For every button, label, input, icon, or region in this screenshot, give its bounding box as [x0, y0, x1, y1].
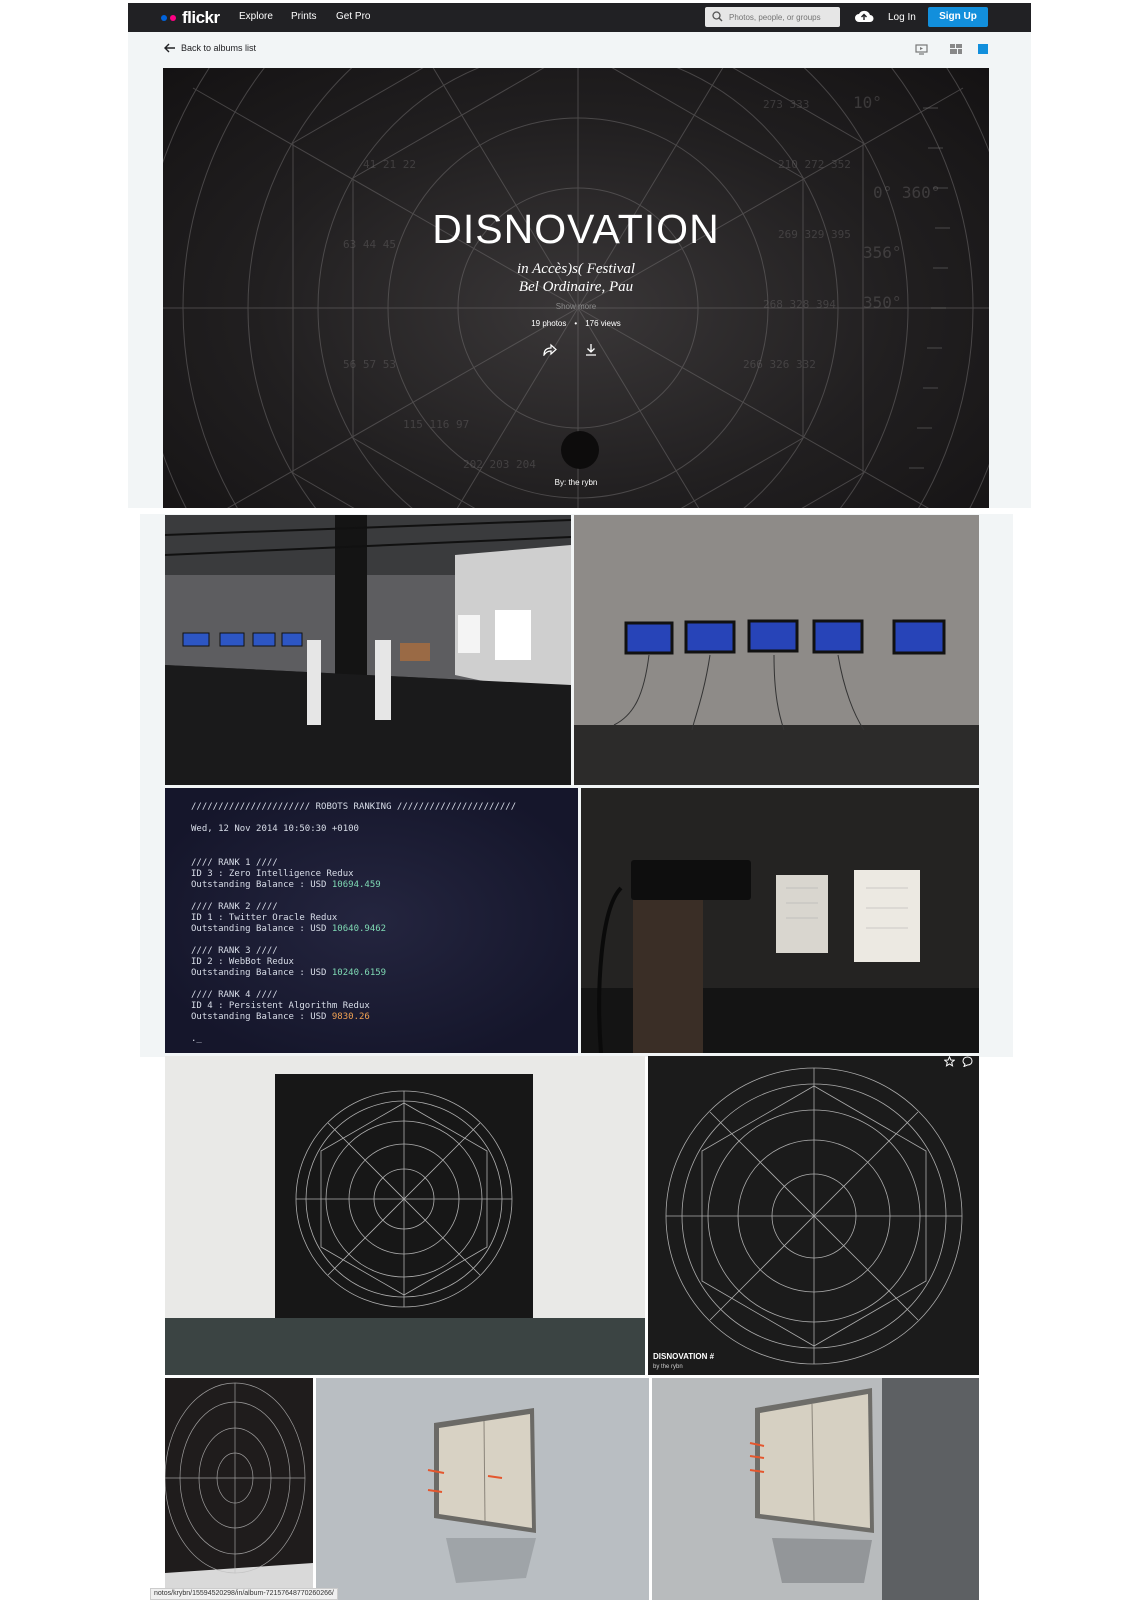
svg-text:10°: 10° — [853, 93, 882, 112]
rank-1-title: //// RANK 1 //// — [191, 858, 278, 868]
rank-4-id: ID 4 : Persistent Algorithm Redux — [191, 1001, 370, 1011]
album-cover-hero: 273 333 210 272 352 269 329 395 268 328 39… — [163, 68, 989, 508]
photo-robots-ranking-terminal[interactable]: ////////////////////// ROBOTS RANKING //… — [165, 788, 578, 1053]
rank-4-title: //// RANK 4 //// — [191, 990, 278, 1000]
rank-3-balance: Outstanding Balance : USD 10240.6159 — [191, 968, 387, 978]
photo-chart-angle[interactable] — [165, 1378, 313, 1600]
photo-caption-owner[interactable]: by the rybn — [653, 1364, 683, 1370]
darts-frame-image-1 — [316, 1378, 649, 1600]
photo-gallery-wide[interactable] — [165, 515, 571, 785]
chart-closeup-image — [648, 1056, 979, 1375]
rank-1-id: ID 3 : Zero Intelligence Redux — [191, 869, 354, 879]
logo-text: flickr — [182, 7, 220, 27]
photo-chart-closeup[interactable]: DISNOVATION # by the rybn — [648, 1056, 979, 1375]
svg-text:41 21 22: 41 21 22 — [363, 158, 416, 171]
projector-frames-image — [581, 788, 979, 1053]
upload-cloud-icon[interactable] — [854, 8, 874, 24]
rank-2-id: ID 1 : Twitter Oracle Redux — [191, 913, 338, 923]
sign-up-button[interactable]: Sign Up — [928, 7, 988, 27]
terminal-date: Wed, 12 Nov 2014 10:50:30 +0100 — [191, 824, 359, 834]
rank-4-balance: Outstanding Balance : USD 9830.26 — [191, 1012, 370, 1022]
photo-screens-wall[interactable] — [574, 515, 979, 785]
search-box[interactable] — [705, 7, 840, 27]
album-subtitle-line1: in Accès)s( Festival — [516, 261, 635, 277]
svg-text:115 116 97: 115 116 97 — [403, 418, 469, 431]
album-actions — [543, 343, 597, 356]
owner-avatar[interactable] — [561, 431, 599, 469]
photo-darts-frame-1[interactable] — [316, 1378, 649, 1600]
nav-explore-link[interactable]: Explore — [239, 11, 273, 22]
gallery-room-image — [165, 515, 571, 785]
rank-2-title: //// RANK 2 //// — [191, 902, 278, 912]
photo-count: 19 photos — [531, 319, 567, 328]
svg-text:266 326 332: 266 326 332 — [743, 358, 816, 371]
rank-1-balance: Outstanding Balance : USD 10694.459 — [191, 880, 381, 890]
search-input[interactable] — [729, 10, 835, 24]
photo-caption-title[interactable]: DISNOVATION # — [653, 1352, 714, 1361]
album-stats: 19 photos • 176 views — [163, 319, 989, 328]
svg-text:202 203 204: 202 203 204 — [463, 458, 536, 471]
photo-darts-frame-2[interactable] — [652, 1378, 979, 1600]
arrow-left-icon — [164, 43, 175, 53]
terminal-prompt: ._ — [191, 1034, 202, 1044]
stats-separator: • — [574, 319, 578, 328]
nav-prints-link[interactable]: Prints — [291, 11, 317, 22]
view-count: 176 views — [585, 319, 621, 328]
star-favorite-icon[interactable] — [944, 1056, 955, 1067]
comment-icon[interactable] — [962, 1056, 973, 1067]
chart-on-wall-image — [165, 1056, 645, 1375]
chart-angle-image — [165, 1378, 313, 1600]
rank-3-id: ID 2 : WebBot Redux — [191, 957, 294, 967]
download-icon[interactable] — [585, 343, 597, 356]
screens-wall-image — [574, 515, 979, 785]
slideshow-icon[interactable] — [915, 44, 928, 55]
svg-text:0° 360°: 0° 360° — [873, 183, 940, 202]
browser-status-url: notos/krybn/15594520298/in/album-7215764… — [150, 1588, 338, 1600]
login-link[interactable]: Log In — [888, 12, 916, 23]
single-view-icon[interactable] — [978, 44, 989, 55]
svg-text:210 272 352: 210 272 352 — [778, 158, 851, 171]
album-subtitle-line2: Bel Ordinaire, Pau — [518, 279, 634, 295]
share-icon[interactable] — [543, 343, 557, 356]
back-to-albums-link[interactable]: Back to albums list — [164, 43, 256, 53]
show-more-link[interactable]: Show more — [163, 302, 989, 311]
svg-text:56 57 53: 56 57 53 — [343, 358, 396, 371]
rank-2-balance: Outstanding Balance : USD 10640.9462 — [191, 924, 387, 934]
search-icon — [712, 11, 723, 22]
photo-projector-frames[interactable] — [581, 788, 979, 1053]
svg-text:273 333: 273 333 — [763, 98, 809, 111]
album-title: DISNOVATION — [432, 206, 720, 252]
darts-frame-image-2 — [652, 1378, 979, 1600]
top-nav: flickr Explore Prints Get Pro Log In Sig… — [128, 3, 1031, 32]
back-label: Back to albums list — [181, 43, 257, 53]
album-owner[interactable]: By: the rybn — [163, 478, 989, 487]
rank-3-title: //// RANK 3 //// — [191, 946, 278, 956]
grid-view-icon[interactable] — [950, 44, 962, 55]
logo-blue-dot — [161, 14, 167, 21]
nav-get-pro-link[interactable]: Get Pro — [336, 11, 370, 22]
flickr-logo[interactable]: flickr — [161, 8, 220, 27]
terminal-header: ////////////////////// ROBOTS RANKING //… — [191, 802, 517, 812]
logo-pink-dot — [170, 14, 176, 21]
photo-chart-on-wall[interactable] — [165, 1056, 645, 1375]
